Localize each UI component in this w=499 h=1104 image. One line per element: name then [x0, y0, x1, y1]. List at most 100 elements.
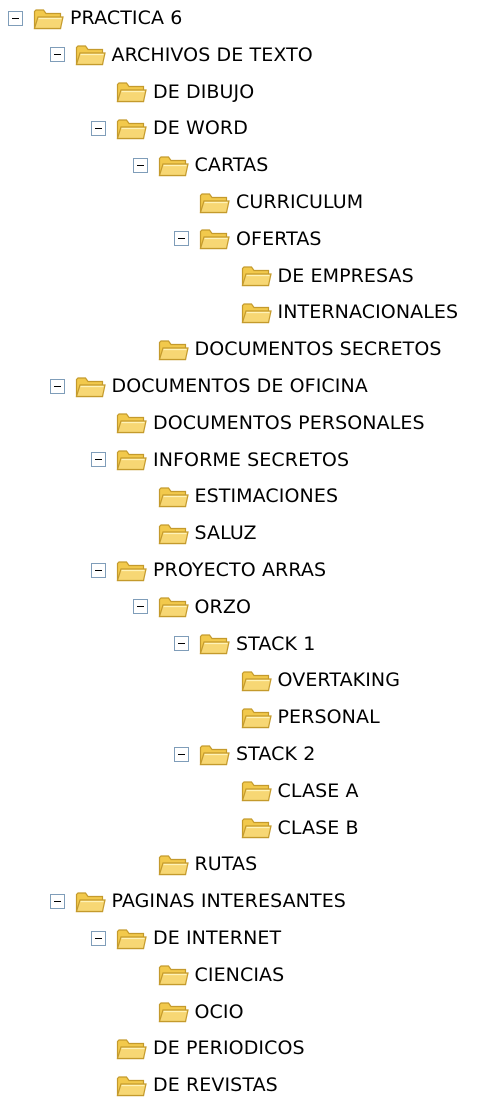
tree-item-label[interactable]: RUTAS [195, 849, 258, 879]
tree-item-label[interactable]: DE INTERNET [153, 923, 281, 953]
folder-icon [158, 337, 189, 362]
folder-icon [116, 79, 147, 104]
folder-icon [116, 1036, 147, 1061]
tree-item[interactable]: DE REVISTAS [91, 1070, 278, 1100]
tree-item-label[interactable]: ORZO [195, 592, 252, 622]
tree-item-label[interactable]: OFERTAS [236, 224, 322, 254]
collapse-toggle-icon[interactable] [91, 120, 106, 136]
tree-item[interactable]: DOCUMENTOS DE OFICINA [49, 371, 368, 401]
tree-item-label[interactable]: OCIO [195, 997, 244, 1027]
folder-icon [241, 300, 272, 325]
folder-icon [75, 374, 106, 399]
tree-item[interactable]: PAGINAS INTERESANTES [49, 886, 346, 916]
tree-item-label[interactable]: PERSONAL [278, 702, 380, 732]
tree-item[interactable]: CLASE A [216, 776, 359, 806]
tree-item[interactable]: PROYECTO ARRAS [91, 555, 326, 585]
tree-item-label[interactable]: STACK 2 [236, 739, 315, 769]
collapse-toggle-icon[interactable] [91, 930, 106, 946]
tree-item-label[interactable]: DE REVISTAS [153, 1070, 278, 1100]
collapse-toggle-icon[interactable] [174, 746, 189, 762]
folder-icon [158, 521, 189, 546]
folder-icon [199, 226, 230, 251]
collapse-toggle-icon[interactable] [8, 10, 23, 26]
tree-item-label[interactable]: SALUZ [195, 518, 257, 548]
collapse-toggle-icon[interactable] [49, 893, 65, 909]
folder-icon [75, 42, 106, 67]
tree-item[interactable]: DE EMPRESAS [216, 261, 414, 291]
tree-item[interactable]: ESTIMACIONES [133, 481, 339, 511]
tree-item[interactable]: DE WORD [91, 113, 248, 143]
tree-item[interactable]: PRACTICA 6 [8, 3, 182, 33]
tree-item-label[interactable]: CARTAS [195, 150, 269, 180]
collapse-toggle-icon[interactable] [132, 157, 148, 173]
tree-item[interactable]: RUTAS [133, 849, 258, 879]
tree-item-label[interactable]: CIENCIAS [195, 960, 285, 990]
tree-item-label[interactable]: CLASE B [278, 813, 359, 843]
tree-item-label[interactable]: DOCUMENTOS SECRETOS [195, 334, 442, 364]
tree-item[interactable]: CLASE B [216, 813, 359, 843]
tree-item[interactable]: DE PERIODICOS [91, 1033, 305, 1063]
tree-item-label[interactable]: STACK 1 [236, 629, 315, 659]
tree-item[interactable]: DE DIBUJO [91, 77, 254, 107]
tree-item[interactable]: SALUZ [133, 518, 257, 548]
tree-item-label[interactable]: ESTIMACIONES [195, 481, 339, 511]
tree-item-label[interactable]: OVERTAKING [278, 665, 401, 695]
folder-icon [158, 999, 189, 1024]
collapse-toggle-icon[interactable] [132, 599, 148, 615]
folder-icon [158, 484, 189, 509]
folder-icon [116, 558, 147, 583]
tree-item[interactable]: PERSONAL [216, 702, 380, 732]
tree-item-label[interactable]: DOCUMENTOS PERSONALES [153, 408, 425, 438]
folder-icon [116, 447, 147, 472]
tree-item[interactable]: ORZO [132, 592, 252, 622]
collapse-toggle-icon[interactable] [174, 231, 189, 247]
tree-item-label[interactable]: ARCHIVOS DE TEXTO [112, 40, 313, 70]
tree-item[interactable]: CIENCIAS [133, 960, 285, 990]
folder-icon [241, 263, 272, 288]
tree-item-label[interactable]: CURRICULUM [236, 187, 363, 217]
tree-item-label[interactable]: DE PERIODICOS [153, 1033, 305, 1063]
folder-icon [241, 815, 272, 840]
tree-item-label[interactable]: PAGINAS INTERESANTES [112, 886, 346, 916]
folder-icon [199, 742, 230, 767]
tree-item[interactable]: CARTAS [132, 150, 269, 180]
tree-item-label[interactable]: PROYECTO ARRAS [153, 555, 326, 585]
tree-item-label[interactable]: INTERNACIONALES [278, 297, 459, 327]
tree-item-label[interactable]: DE WORD [153, 113, 248, 143]
collapse-toggle-icon[interactable] [91, 562, 106, 578]
folder-icon [158, 962, 189, 987]
folder-icon [116, 926, 147, 951]
tree-item[interactable]: ARCHIVOS DE TEXTO [49, 40, 313, 70]
folder-icon [158, 852, 189, 877]
tree-item-label[interactable]: DE DIBUJO [153, 77, 254, 107]
folder-icon [75, 889, 106, 914]
tree-item[interactable]: OCIO [133, 997, 244, 1027]
tree-item[interactable]: OFERTAS [174, 224, 322, 254]
collapse-toggle-icon[interactable] [49, 47, 65, 63]
tree-item[interactable]: OVERTAKING [216, 665, 401, 695]
folder-icon [241, 778, 272, 803]
tree-item[interactable]: INFORME SECRETOS [91, 445, 349, 475]
folder-icon [199, 631, 230, 656]
collapse-toggle-icon[interactable] [91, 452, 106, 468]
folder-tree: PRACTICA 6 ARCHIVOS DE TEXTO DE DIBUJO DE W… [0, 0, 499, 1104]
tree-item-label[interactable]: DOCUMENTOS DE OFICINA [112, 371, 368, 401]
tree-item[interactable]: DOCUMENTOS PERSONALES [91, 408, 425, 438]
tree-item-label[interactable]: DE EMPRESAS [278, 261, 414, 291]
tree-item-label[interactable]: PRACTICA 6 [70, 3, 182, 33]
tree-item-label[interactable]: INFORME SECRETOS [153, 445, 349, 475]
folder-icon [33, 6, 64, 31]
tree-item[interactable]: DE INTERNET [91, 923, 281, 953]
tree-item[interactable]: STACK 2 [174, 739, 315, 769]
tree-item[interactable]: INTERNACIONALES [216, 297, 459, 327]
folder-icon [116, 116, 147, 141]
folder-icon [241, 668, 272, 693]
collapse-toggle-icon[interactable] [49, 378, 65, 394]
collapse-toggle-icon[interactable] [174, 636, 189, 652]
folder-icon [116, 410, 147, 435]
tree-item-label[interactable]: CLASE A [278, 776, 359, 806]
folder-icon [199, 190, 230, 215]
tree-item[interactable]: STACK 1 [174, 629, 315, 659]
tree-item[interactable]: CURRICULUM [174, 187, 363, 217]
tree-item[interactable]: DOCUMENTOS SECRETOS [133, 334, 442, 364]
